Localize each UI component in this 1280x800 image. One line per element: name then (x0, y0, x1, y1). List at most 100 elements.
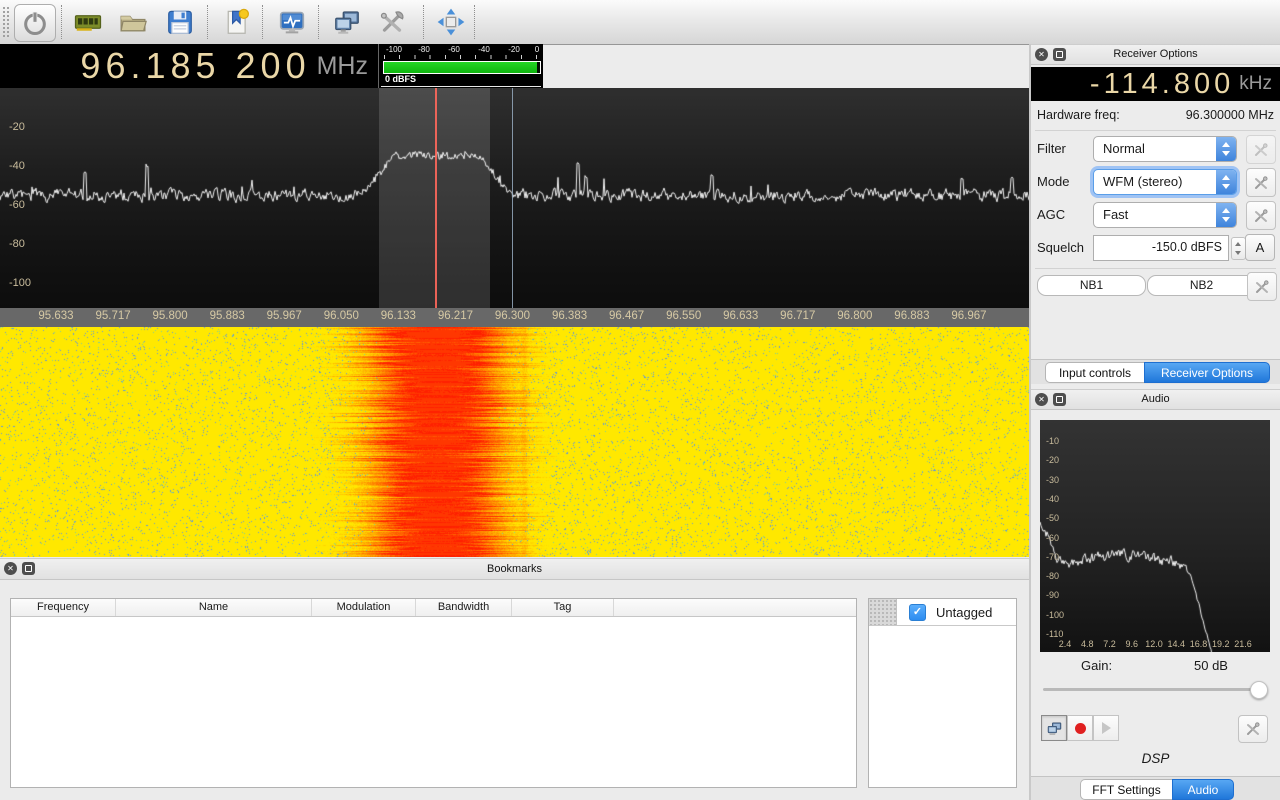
mode-options-button[interactable] (1246, 168, 1276, 197)
receiver-options-title: Receiver Options (1031, 45, 1280, 64)
agc-options-button[interactable] (1246, 201, 1276, 230)
squelch-label: Squelch (1037, 240, 1084, 255)
hardware-freq-label: Hardware freq: (1037, 108, 1120, 122)
audio-db-tick: -70 (1046, 552, 1059, 562)
spectrum-freq-tick: 95.717 (95, 310, 130, 322)
column-header-tag[interactable]: Tag (512, 599, 614, 616)
agc-value: Fast (1103, 207, 1128, 222)
spectrum-freq-tick: 96.883 (894, 310, 929, 322)
audio-db-tick: -110 (1046, 629, 1063, 639)
mode-label: Mode (1037, 174, 1070, 189)
audio-fft-canvas[interactable] (1040, 420, 1270, 652)
bookmarks-panel: Bookmarks Frequency Name Modulation Band… (0, 558, 1029, 800)
audio-options-button[interactable] (1238, 715, 1268, 743)
bookmarks-titlebar: Bookmarks (0, 558, 1029, 580)
frequency-digits[interactable]: 96.185 200 (80, 45, 310, 87)
audio-db-tick: -50 (1046, 513, 1059, 523)
tab-input-controls[interactable]: Input controls (1045, 362, 1144, 383)
filter-value: Normal (1103, 141, 1145, 156)
spectrum-plot[interactable]: -20-40-60-80-100 95.63395.71795.80095.88… (0, 88, 1029, 327)
gqrx-main-window: 96.185 200 MHz -100-80-60-40-200 0 dBFS … (0, 0, 1280, 800)
tab-receiver-options[interactable]: Receiver Options (1144, 362, 1270, 383)
audio-record-button[interactable] (1067, 715, 1093, 741)
toolbar-separator (474, 5, 475, 39)
power-button[interactable] (14, 4, 56, 42)
column-header-modulation[interactable]: Modulation (312, 599, 416, 616)
spectrum-freq-tick: 95.633 (38, 310, 73, 322)
spectrum-db-tick: -100 (9, 277, 31, 289)
load-bookmarks-button[interactable] (217, 4, 257, 40)
tab-audio[interactable]: Audio (1172, 779, 1234, 800)
squelch-spinbox[interactable]: -150.0 dBFS (1093, 235, 1229, 261)
auto-squelch-button[interactable]: A (1245, 234, 1275, 261)
meter-scale-tick: -20 (508, 45, 520, 54)
meter-baseline (381, 86, 541, 87)
gain-slider[interactable] (1043, 688, 1266, 691)
tab-fft-settings[interactable]: FFT Settings (1080, 779, 1172, 800)
open-folder-icon (118, 7, 148, 37)
toolbar-drag-handle[interactable] (2, 6, 10, 38)
toolbar-separator (262, 5, 263, 39)
fullscreen-button[interactable] (431, 4, 471, 40)
column-header-bandwidth[interactable]: Bandwidth (416, 599, 512, 616)
column-header-name[interactable]: Name (116, 599, 312, 616)
column-header-frequency[interactable]: Frequency (11, 599, 116, 616)
tuning-line[interactable] (435, 88, 437, 327)
tools-button[interactable] (372, 4, 412, 40)
column-header-filler (614, 599, 856, 616)
nb-options-button[interactable] (1247, 272, 1277, 301)
spectrum-db-tick: -60 (9, 199, 25, 211)
mode-combo[interactable]: WFM (stereo) (1093, 169, 1237, 195)
dsp-toggle-button[interactable] (272, 4, 312, 40)
audio-freq-tick: 2.4 (1059, 639, 1072, 649)
tools-icon (1253, 142, 1269, 158)
audio-play-button[interactable] (1093, 715, 1119, 741)
remote-control-button[interactable] (327, 4, 367, 40)
play-icon (1102, 722, 1111, 734)
gain-label: Gain: (1081, 658, 1112, 673)
squelch-value: -150.0 dBFS (1152, 240, 1222, 254)
meter-bar (383, 61, 541, 74)
tag-checkbox[interactable]: ✓ (909, 604, 926, 621)
dsp-label: DSP (1031, 751, 1280, 766)
toolbar-separator (61, 5, 62, 39)
spectrum-frequency-axis[interactable]: 95.63395.71795.80095.88395.96796.05096.1… (0, 308, 1029, 327)
tools-icon (1254, 279, 1270, 295)
nb1-button[interactable]: NB1 (1037, 275, 1146, 296)
udp-stream-button[interactable] (1041, 715, 1067, 741)
audio-freq-tick: 21.6 (1234, 639, 1252, 649)
bookmarks-file-icon (222, 7, 252, 37)
offset-frequency-display[interactable]: -114.800 kHz (1031, 67, 1280, 101)
open-button[interactable] (113, 4, 153, 40)
save-button[interactable] (160, 4, 200, 40)
agc-label: AGC (1037, 207, 1065, 222)
spectrum-trace-canvas[interactable] (0, 88, 1029, 308)
offset-digits[interactable]: -114.800 (1090, 68, 1234, 101)
waterfall-canvas[interactable] (0, 327, 1029, 557)
meter-scale-tick: -100 (386, 45, 402, 54)
frequency-display[interactable]: 96.185 200 MHz (0, 44, 378, 88)
tag-color-handle[interactable] (869, 599, 897, 625)
remote-computers-icon (332, 7, 362, 37)
audio-db-tick: -60 (1046, 533, 1059, 543)
agc-combo[interactable]: Fast (1093, 202, 1237, 228)
audio-fft-plot[interactable]: -10-20-30-40-50-60-70-80-90-100-110 2.44… (1040, 420, 1270, 652)
gain-slider-knob[interactable] (1250, 681, 1268, 699)
mode-value: WFM (stereo) (1103, 174, 1182, 189)
io-devices-button[interactable] (68, 4, 108, 40)
waterfall-display[interactable] (0, 327, 1029, 557)
save-floppy-icon (165, 7, 195, 37)
spectrum-db-tick: -80 (9, 238, 25, 250)
filter-shape-button[interactable] (1246, 135, 1276, 164)
record-icon (1075, 723, 1086, 734)
fullscreen-arrows-icon (435, 6, 467, 38)
hardware-freq-value: 96.300000 MHz (1186, 108, 1274, 122)
tag-row-untagged[interactable]: ✓ Untagged (869, 599, 1016, 626)
squelch-spinner[interactable] (1231, 237, 1246, 260)
meter-scale-tick: -60 (448, 45, 460, 54)
spectrum-freq-tick: 95.800 (153, 310, 188, 322)
nb2-button[interactable]: NB2 (1147, 275, 1256, 296)
audio-db-tick: -20 (1046, 455, 1059, 465)
toolbar-separator (207, 5, 208, 39)
filter-combo[interactable]: Normal (1093, 136, 1237, 162)
